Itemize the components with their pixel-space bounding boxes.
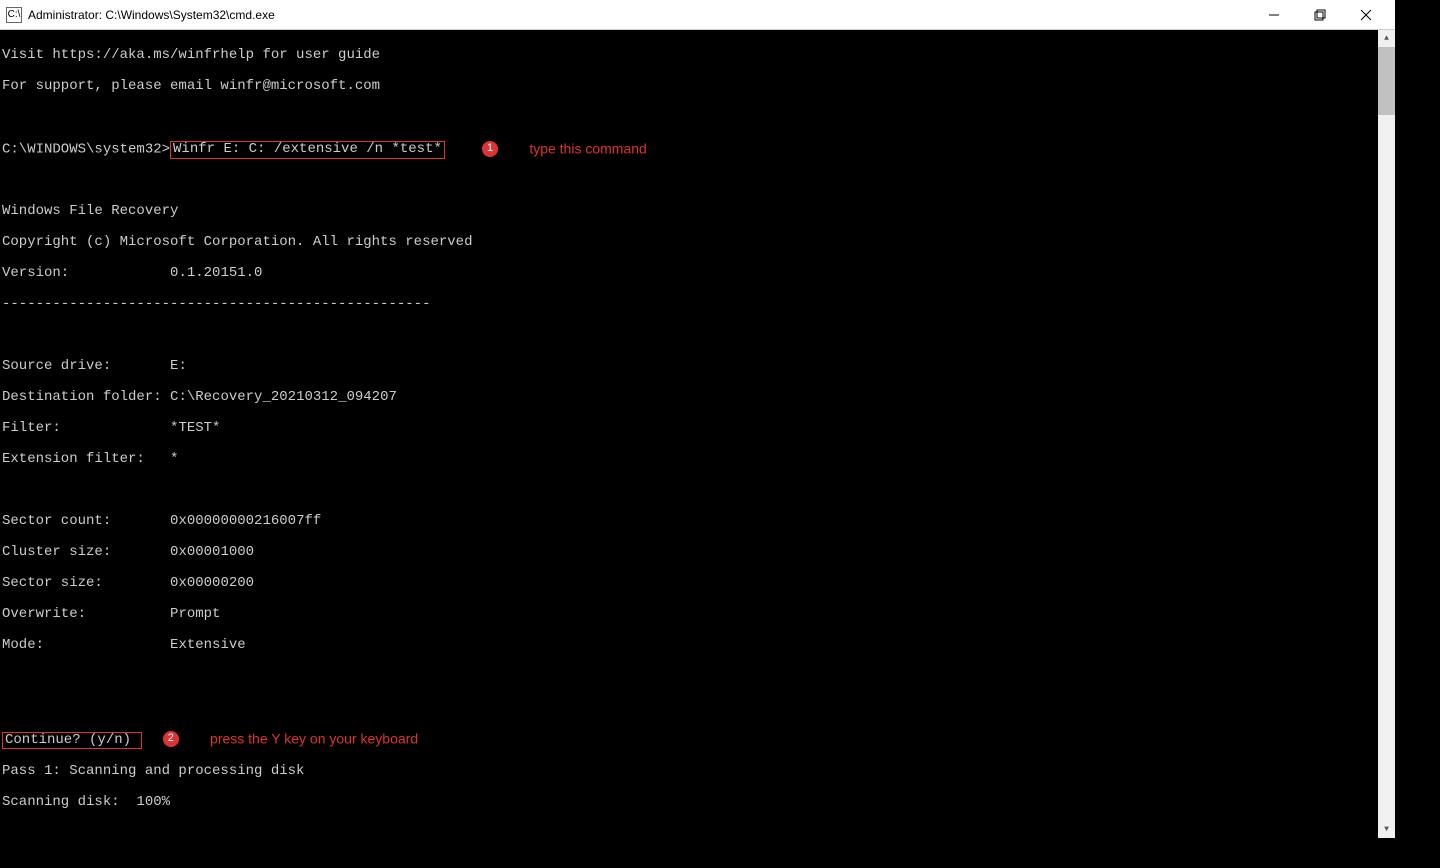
- mode-line: Mode: Extensive: [2, 638, 1395, 654]
- window-controls: [1251, 0, 1389, 30]
- help-link-line: Visit https://aka.ms/winfrhelp for user …: [2, 48, 1395, 64]
- command-highlight: Winfr E: C: /extensive /n *test*: [170, 141, 445, 159]
- cmd-icon: C:\: [6, 7, 22, 23]
- close-button[interactable]: [1343, 0, 1389, 30]
- continue-prompt-line: Continue? (y/n) 2 press the Y key on you…: [2, 731, 1395, 748]
- annotation-text-1: type this command: [529, 140, 647, 156]
- annotation-badge-2: 2: [163, 731, 179, 747]
- minimize-button[interactable]: [1251, 0, 1297, 30]
- pass1-line2: Scanning disk: 100%: [2, 795, 1395, 811]
- window-titlebar[interactable]: C:\ Administrator: C:\Windows\System32\c…: [0, 0, 1395, 30]
- version-line: Version: 0.1.20151.0: [2, 266, 1395, 282]
- sector-count-line: Sector count: 0x00000000216007ff: [2, 514, 1395, 530]
- program-name: Windows File Recovery: [2, 204, 1395, 220]
- support-email-line: For support, please email winfr@microsof…: [2, 79, 1395, 95]
- scroll-down-button[interactable]: ▼: [1378, 821, 1395, 838]
- divider-line: ----------------------------------------…: [2, 297, 1395, 313]
- annotation-badge-1: 1: [482, 141, 498, 157]
- copyright-line: Copyright (c) Microsoft Corporation. All…: [2, 235, 1395, 251]
- annotation-text-2: press the Y key on your keyboard: [210, 730, 418, 746]
- pass1-line1: Pass 1: Scanning and processing disk: [2, 764, 1395, 780]
- sector-size-line: Sector size: 0x00000200: [2, 576, 1395, 592]
- window-title: Administrator: C:\Windows\System32\cmd.e…: [28, 8, 275, 22]
- prompt-path: C:\WINDOWS\system32>: [2, 141, 170, 157]
- command-text: Winfr E: C: /extensive /n *test*: [173, 141, 442, 157]
- scroll-up-button[interactable]: ▲: [1378, 30, 1395, 47]
- vertical-scrollbar[interactable]: ▲ ▼: [1378, 30, 1395, 838]
- source-drive-line: Source drive: E:: [2, 359, 1395, 375]
- maximize-button[interactable]: [1297, 0, 1343, 30]
- continue-highlight: Continue? (y/n): [2, 732, 142, 750]
- cluster-size-line: Cluster size: 0x00001000: [2, 545, 1395, 561]
- extension-filter-line: Extension filter: *: [2, 452, 1395, 468]
- scroll-thumb[interactable]: [1378, 47, 1395, 115]
- console-output[interactable]: Visit https://aka.ms/winfrhelp for user …: [0, 30, 1395, 838]
- command-prompt-line: C:\WINDOWS\system32>Winfr E: C: /extensi…: [2, 141, 1395, 158]
- overwrite-line: Overwrite: Prompt: [2, 607, 1395, 623]
- destination-folder-line: Destination folder: C:\Recovery_20210312…: [2, 390, 1395, 406]
- filter-line: Filter: *TEST*: [2, 421, 1395, 437]
